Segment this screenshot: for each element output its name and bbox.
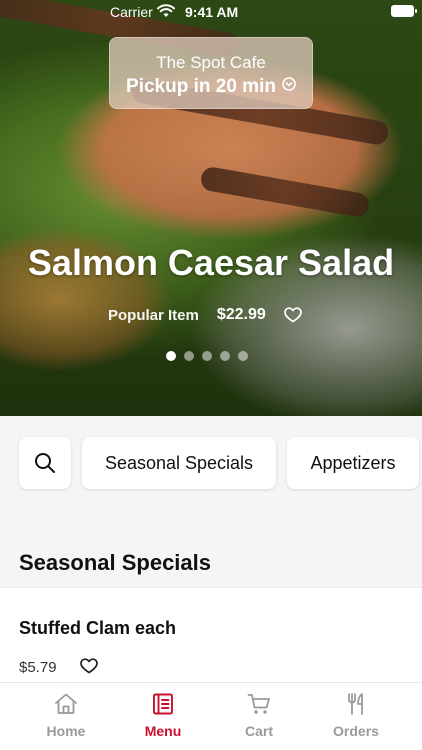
heart-icon[interactable] <box>80 658 98 674</box>
menu-item-price: $5.79 <box>19 659 57 676</box>
carousel-dot[interactable] <box>184 351 194 361</box>
menu-icon <box>153 693 173 715</box>
tab-label: Home <box>46 723 86 739</box>
carrier-label: Carrier <box>110 4 153 20</box>
location-selector[interactable]: The Spot Cafe Pickup in 20 min <box>109 37 313 109</box>
search-icon <box>35 453 55 473</box>
battery-icon <box>391 5 417 17</box>
cafe-name: The Spot Cafe <box>156 53 266 72</box>
carousel-indicator <box>166 351 256 361</box>
tab-orders[interactable]: Orders <box>316 691 396 739</box>
heart-icon[interactable] <box>283 307 302 323</box>
category-appetizers[interactable]: Appetizers <box>287 437 419 489</box>
orders-icon <box>348 693 363 715</box>
search-button[interactable] <box>19 437 71 489</box>
chevron-down-icon <box>282 77 296 91</box>
menu-item-name: Stuffed Clam each <box>19 618 177 638</box>
featured-title: Salmon Caesar Salad <box>27 242 395 283</box>
carousel-dot[interactable] <box>238 351 248 361</box>
pickup-time: Pickup in 20 min <box>110 76 312 98</box>
cart-icon <box>247 694 270 714</box>
home-icon <box>55 693 77 714</box>
popular-badge: Popular Item <box>108 306 199 324</box>
status-bar: Carrier 9:41 AM <box>0 0 422 24</box>
featured-hero[interactable]: Carrier 9:41 AM The Spot Cafe Pickup in … <box>0 0 422 416</box>
menu-item[interactable]: Stuffed Clam each $5.79 <box>0 587 422 682</box>
tab-menu[interactable]: Menu <box>123 691 203 739</box>
tab-label: Orders <box>333 723 379 739</box>
category-bar: Seasonal Specials Appetizers <box>0 437 422 489</box>
featured-price: $22.99 <box>216 306 266 323</box>
carousel-dot[interactable] <box>202 351 212 361</box>
carousel-dot[interactable] <box>166 351 176 361</box>
carousel-dot[interactable] <box>220 351 230 361</box>
tab-cart[interactable]: Cart <box>219 691 299 739</box>
category-seasonal-specials[interactable]: Seasonal Specials <box>82 437 276 489</box>
tab-bar: Home Menu Cart Orders <box>0 682 422 750</box>
tab-label: Cart <box>244 723 273 739</box>
featured-meta: Popular Item $22.99 <box>108 306 302 324</box>
status-time: 9:41 AM <box>185 4 239 20</box>
section-title: Seasonal Specials <box>19 550 211 575</box>
pickup-label: Pickup in 20 min <box>126 76 276 97</box>
tab-label: Menu <box>144 723 182 739</box>
wifi-icon <box>157 4 175 17</box>
tab-home[interactable]: Home <box>26 691 106 739</box>
